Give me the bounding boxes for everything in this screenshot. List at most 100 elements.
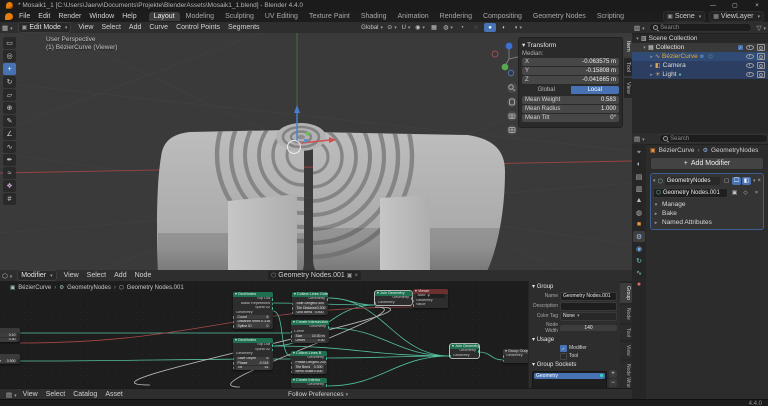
group-node-b[interactable]: ▾ GeoNodesTop OutSpiral 02GeometrySave D…	[233, 338, 273, 370]
render-toggle[interactable]: ◧	[742, 177, 751, 185]
mean-radius-field[interactable]: Mean Radius1.000	[522, 105, 619, 113]
show-gizmo[interactable]: ▦	[428, 23, 440, 32]
properties-search[interactable]: Search	[659, 134, 768, 143]
node-value-field[interactable]: Value0.500	[0, 359, 17, 363]
realtime-toggle[interactable]: 🖵	[732, 177, 741, 185]
join-geometry-top[interactable]: ▾ Join GeometryGeometryGeometry	[375, 291, 412, 305]
annotate-tool[interactable]: ✎	[3, 115, 16, 127]
modifier-section-bake[interactable]: ▸Bake	[653, 209, 761, 218]
pillar-right[interactable]	[380, 195, 430, 270]
outliner-row[interactable]: ▸◧Camera	[632, 61, 768, 70]
node-value-field[interactable]: Grid Bend0.500	[295, 311, 325, 315]
group-description-field[interactable]	[560, 302, 617, 311]
topbar-menu-item[interactable]: Render	[54, 13, 85, 20]
outliner-row[interactable]: ▸☀Light●	[632, 70, 768, 79]
group-name-field[interactable]: Geometry Nodes.001	[560, 292, 617, 301]
disable-render-icon[interactable]	[757, 71, 765, 78]
node-value-field[interactable]: Spline ID0	[236, 324, 270, 328]
topbar-menu-item[interactable]: Window	[85, 13, 118, 20]
tab-constraints[interactable]: ↻	[633, 255, 645, 266]
node-value-field[interactable]: Distance Inner-0.318	[236, 320, 272, 324]
node-value-field[interactable]: Tile Distance0.300	[295, 306, 327, 310]
asset-menu-item[interactable]: Asset	[101, 391, 127, 398]
collect-lines-outer[interactable]: ▾ Collect Lines OuterGeometrySide Length…	[292, 292, 328, 315]
remove-socket-button[interactable]: −	[609, 379, 617, 387]
node-value-field[interactable]: Phase Length0.200	[294, 361, 327, 365]
sidebar-tab-tool[interactable]: Tool	[624, 58, 632, 76]
edge-node-b[interactable]: Value0.500	[0, 354, 20, 364]
tab-modifiers[interactable]: ⚙	[633, 231, 645, 242]
group-socket-row[interactable]: Geometry	[534, 373, 605, 380]
tab-view-layer[interactable]: ▥	[633, 183, 645, 194]
expand-arrow[interactable]: ▸	[648, 63, 655, 69]
global-space-button[interactable]: Global	[522, 86, 571, 94]
workspace-tab[interactable]: Layout	[149, 12, 180, 21]
tab-world[interactable]: ◍	[633, 207, 645, 218]
scale-tool[interactable]: ▱	[3, 89, 16, 101]
shading-rendered[interactable]: ◑	[512, 23, 524, 32]
outliner-display-mode-icon[interactable]: ▧	[632, 24, 647, 32]
import-method-dropdown[interactable]: Follow Preferences	[288, 391, 348, 398]
median-x-field[interactable]: X-0.063575 m	[522, 58, 619, 66]
unlink-tree-icon[interactable]: ×	[752, 189, 761, 197]
tab-data[interactable]: ∿	[633, 267, 645, 278]
usage-section-title[interactable]: ▾ Usage	[532, 336, 617, 343]
node-value-field[interactable]: Tilt41	[236, 366, 270, 370]
blender-logo-icon[interactable]	[6, 2, 13, 9]
breadcrumb-item[interactable]: BézierCurve	[18, 285, 51, 291]
disable-render-icon[interactable]	[757, 62, 765, 69]
node-value-field[interactable]: Phase-0.318	[236, 361, 270, 365]
unlink-icon[interactable]: ×	[354, 273, 358, 279]
mean-weight-field[interactable]: Mean Weight0.583	[522, 96, 619, 104]
tab-object[interactable]: ■	[633, 219, 645, 230]
tab-material[interactable]: ●	[633, 279, 645, 290]
group-sockets-list[interactable]: Geometry	[532, 371, 607, 389]
shading-material[interactable]: ◐	[498, 23, 510, 32]
mode-dropdown[interactable]: ▣Edit Mode	[18, 22, 72, 33]
viewport-menu-item[interactable]: Control Points	[172, 24, 224, 31]
viewer-node[interactable]: ▾ ViewerAutoGeometryValue	[413, 289, 448, 308]
create-intersection-mask[interactable]: ▾ Create Intersection MaskGeometryCurveS…	[291, 320, 329, 343]
close-button[interactable]: ×	[746, 0, 768, 11]
tool-checkbox[interactable]	[560, 353, 567, 360]
node-value-field[interactable]: X0.10	[0, 333, 17, 337]
topbar-menu-item[interactable]: File	[15, 13, 34, 20]
asset-menu-item[interactable]: Select	[42, 391, 69, 398]
node-editor-menu-item[interactable]: Add	[110, 272, 130, 279]
create-interior[interactable]: ▾ Create InteriorGeometry	[291, 378, 327, 388]
asset-menu-item[interactable]: Catalog	[69, 391, 101, 398]
edge-node-a[interactable]: X0.10Y0.30	[0, 328, 20, 342]
node-tab-view[interactable]: View	[620, 342, 632, 359]
add-modifier-button[interactable]: +Add Modifier	[650, 157, 764, 170]
expand-arrow[interactable]: ▸	[648, 54, 655, 60]
mean-tilt-field[interactable]: Mean Tilt0°	[522, 114, 619, 122]
exclude-checkbox[interactable]: ✓	[738, 45, 743, 50]
viewport-3d[interactable]: ▦ ▣Edit Mode ViewSelectAddCurveControl P…	[0, 22, 632, 270]
hide-eye-icon[interactable]	[746, 63, 754, 69]
node-tree-type-dropdown[interactable]: Modifier	[17, 270, 56, 281]
measure-tool[interactable]: ∠	[3, 128, 16, 140]
median-y-field[interactable]: Y-0.15808 m	[522, 67, 619, 75]
editor-type-icon[interactable]: ▦	[0, 24, 15, 32]
viewport-menu-item[interactable]: Curve	[145, 24, 172, 31]
outliner-search[interactable]: Search	[649, 23, 753, 32]
topbar-menu-item[interactable]: Edit	[34, 13, 54, 20]
node-value-field[interactable]: Save Depth6	[236, 357, 270, 361]
color-tag-dropdown[interactable]: None	[560, 312, 617, 321]
outliner-filter-icon[interactable]: ▽	[754, 24, 768, 32]
node-menu-field[interactable]: Auto	[416, 294, 445, 298]
modifier-checkbox[interactable]: ✓	[560, 345, 567, 352]
pattern-tool[interactable]: #	[3, 193, 16, 205]
hide-eye-icon[interactable]	[746, 45, 754, 51]
tab-scene[interactable]: ▲	[633, 195, 645, 206]
node-editor-type-icon[interactable]: ⬡	[0, 272, 14, 280]
extras-dropdown-icon[interactable]: ▾	[753, 178, 756, 184]
viewport-menu-item[interactable]: Select	[97, 24, 124, 31]
node-tab-node-wrangler[interactable]: Node Wrangler	[620, 361, 632, 388]
disable-render-icon[interactable]	[757, 53, 765, 60]
node-tree-field[interactable]: ⬡ Geometry Nodes.001	[653, 188, 728, 198]
geometry-node-editor[interactable]: ⬡ Modifier ViewSelectAddNode ⬡ Geometry …	[0, 270, 632, 388]
shield-icon[interactable]: ◇	[741, 189, 750, 197]
node-width-slider[interactable]: 140	[560, 325, 617, 332]
scene-selector[interactable]: ▣Scene	[663, 11, 705, 22]
